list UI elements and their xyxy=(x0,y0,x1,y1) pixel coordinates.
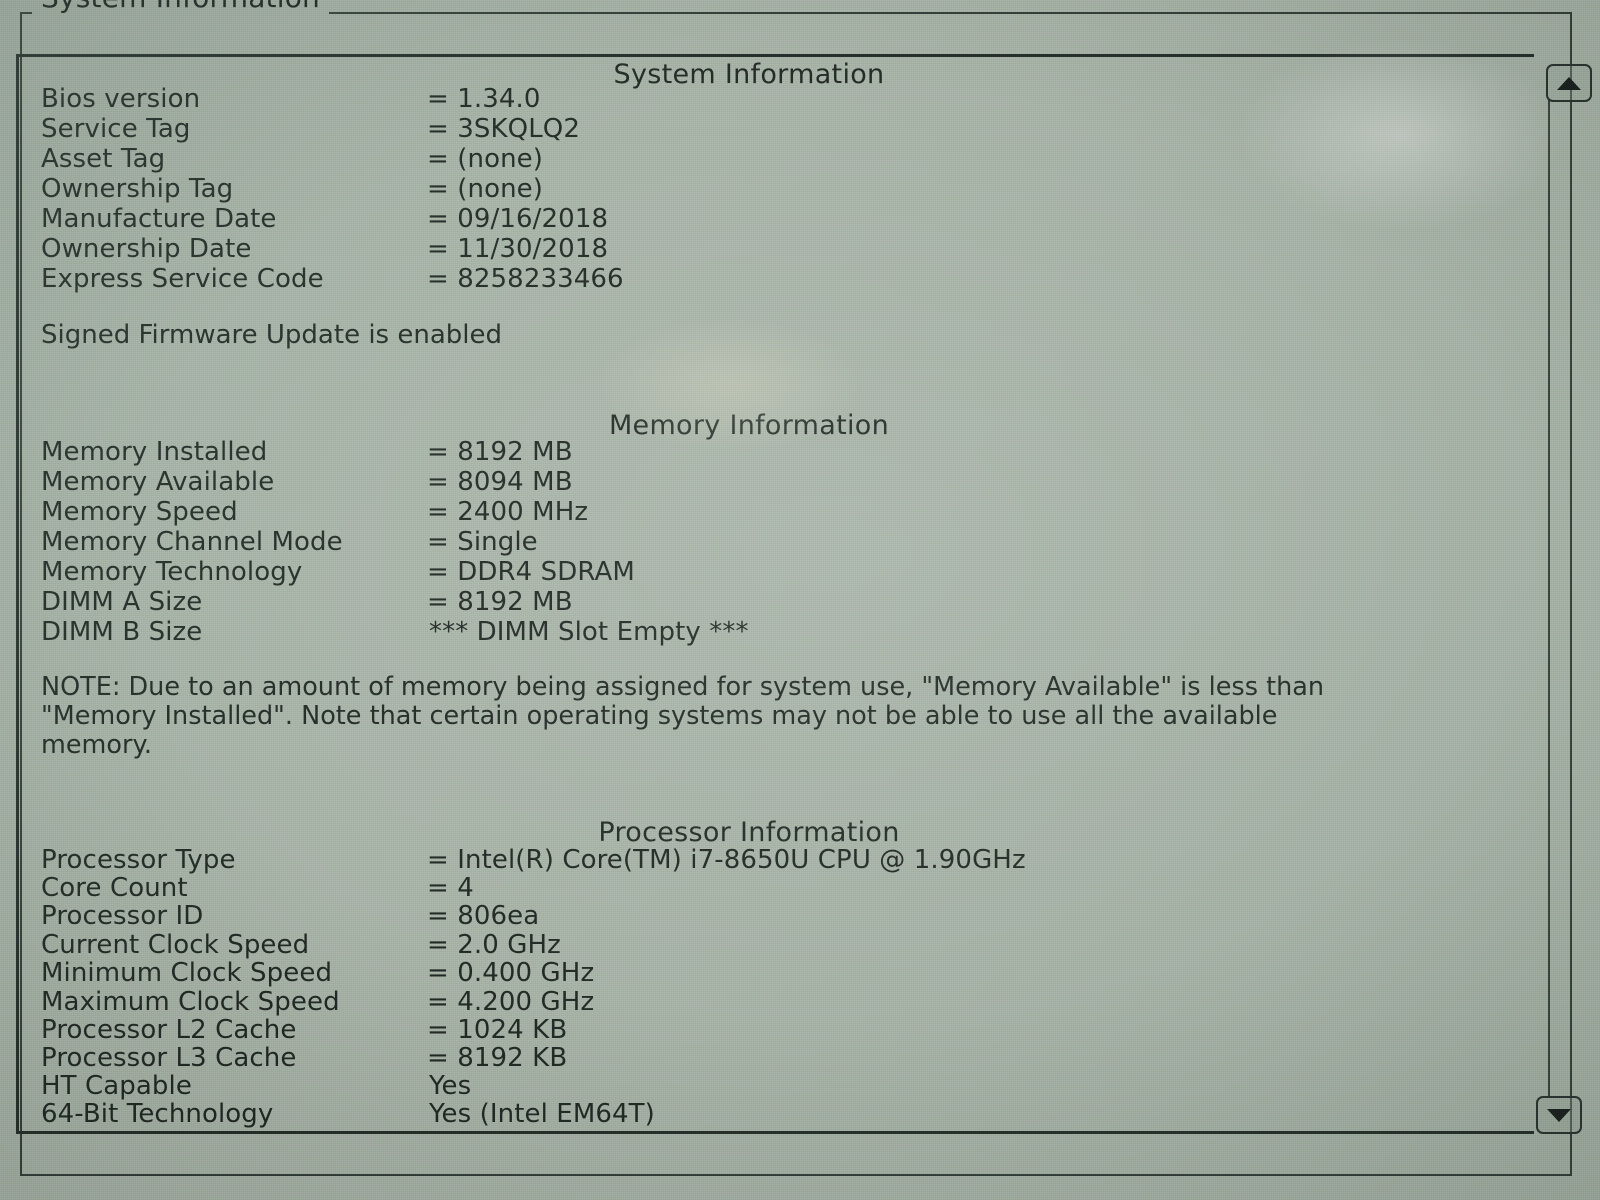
chevron-down-icon xyxy=(1547,1108,1571,1122)
value-processor-l2-cache: = 1024 KB xyxy=(427,1015,568,1045)
value-asset-tag: = (none) xyxy=(427,144,543,174)
row-bios-version: Bios version = 1.34.0 xyxy=(19,85,1519,114)
row-memory-speed: Memory Speed = 2400 MHz xyxy=(19,498,1519,527)
value-minimum-clock-speed: = 0.400 GHz xyxy=(427,958,595,988)
information-panel: System Information Bios version = 1.34.0… xyxy=(16,54,1534,1134)
value-64-bit-technology: Yes (Intel EM64T) xyxy=(429,1099,655,1129)
label-memory-channel-mode: Memory Channel Mode xyxy=(41,527,343,557)
label-service-tag: Service Tag xyxy=(41,114,191,144)
label-processor-id: Processor ID xyxy=(41,901,204,931)
label-express-service-code: Express Service Code xyxy=(41,264,324,294)
row-processor-l3-cache: Processor L3 Cache = 8192 KB xyxy=(19,1044,1519,1073)
memory-note: NOTE: Due to an amount of memory being a… xyxy=(41,672,1325,760)
label-ownership-date: Ownership Date xyxy=(41,234,252,264)
scroll-down-button[interactable] xyxy=(1536,1096,1582,1134)
groupbox-legend: System Information xyxy=(32,0,329,14)
row-ht-capable: HT Capable Yes xyxy=(19,1072,1519,1101)
value-dimm-a-size: = 8192 MB xyxy=(427,587,573,617)
row-memory-channel-mode: Memory Channel Mode = Single xyxy=(19,528,1519,557)
label-core-count: Core Count xyxy=(41,873,188,903)
label-ht-capable: HT Capable xyxy=(41,1071,192,1101)
scrollbar-track[interactable] xyxy=(1548,100,1592,1096)
value-memory-available: = 8094 MB xyxy=(427,467,573,497)
row-memory-available: Memory Available = 8094 MB xyxy=(19,468,1519,497)
value-ht-capable: Yes xyxy=(429,1071,472,1101)
row-processor-l2-cache: Processor L2 Cache = 1024 KB xyxy=(19,1016,1519,1045)
value-core-count: = 4 xyxy=(427,873,474,903)
label-dimm-a-size: DIMM A Size xyxy=(41,587,203,617)
value-memory-technology: = DDR4 SDRAM xyxy=(427,557,635,587)
row-64-bit-technology: 64-Bit Technology Yes (Intel EM64T) xyxy=(19,1100,1519,1129)
label-memory-technology: Memory Technology xyxy=(41,557,303,587)
row-current-clock-speed: Current Clock Speed = 2.0 GHz xyxy=(19,931,1519,960)
label-asset-tag: Asset Tag xyxy=(41,144,166,174)
label-maximum-clock-speed: Maximum Clock Speed xyxy=(41,987,340,1017)
row-maximum-clock-speed: Maximum Clock Speed = 4.200 GHz xyxy=(19,988,1519,1017)
row-asset-tag: Asset Tag = (none) xyxy=(19,145,1519,174)
row-processor-id: Processor ID = 806ea xyxy=(19,902,1519,931)
row-minimum-clock-speed: Minimum Clock Speed = 0.400 GHz xyxy=(19,959,1519,988)
value-ownership-tag: = (none) xyxy=(427,174,543,204)
label-memory-installed: Memory Installed xyxy=(41,437,268,467)
row-processor-type: Processor Type = Intel(R) Core(TM) i7-86… xyxy=(19,846,1519,875)
label-64-bit-technology: 64-Bit Technology xyxy=(41,1099,274,1129)
section-title-processor: Processor Information xyxy=(598,817,900,848)
label-memory-speed: Memory Speed xyxy=(41,497,238,527)
value-processor-l3-cache: = 8192 KB xyxy=(427,1043,568,1073)
row-service-tag: Service Tag = 3SKQLQ2 xyxy=(19,115,1519,144)
label-ownership-tag: Ownership Tag xyxy=(41,174,234,204)
row-memory-installed: Memory Installed = 8192 MB xyxy=(19,438,1519,467)
bios-system-information-screen: System Information System Information Bi… xyxy=(0,0,1600,1200)
value-current-clock-speed: = 2.0 GHz xyxy=(427,930,561,960)
value-dimm-b-size: *** DIMM Slot Empty *** xyxy=(429,617,749,647)
value-memory-installed: = 8192 MB xyxy=(427,437,573,467)
row-memory-technology: Memory Technology = DDR4 SDRAM xyxy=(19,558,1519,587)
value-memory-channel-mode: = Single xyxy=(427,527,538,557)
value-processor-type: = Intel(R) Core(TM) i7-8650U CPU @ 1.90G… xyxy=(427,845,1026,875)
value-express-service-code: = 8258233466 xyxy=(427,264,624,294)
panel-content: System Information Bios version = 1.34.0… xyxy=(19,57,1519,1131)
label-minimum-clock-speed: Minimum Clock Speed xyxy=(41,958,333,988)
value-bios-version: = 1.34.0 xyxy=(427,84,541,114)
label-processor-l2-cache: Processor L2 Cache xyxy=(41,1015,297,1045)
value-manufacture-date: = 09/16/2018 xyxy=(427,204,609,234)
row-core-count: Core Count = 4 xyxy=(19,874,1519,903)
label-processor-type: Processor Type xyxy=(41,845,236,875)
row-dimm-b-size: DIMM B Size *** DIMM Slot Empty *** xyxy=(19,618,1519,647)
label-manufacture-date: Manufacture Date xyxy=(41,204,277,234)
row-ownership-date: Ownership Date = 11/30/2018 xyxy=(19,235,1519,264)
row-manufacture-date: Manufacture Date = 09/16/2018 xyxy=(19,205,1519,234)
label-current-clock-speed: Current Clock Speed xyxy=(41,930,310,960)
row-dimm-a-size: DIMM A Size = 8192 MB xyxy=(19,588,1519,617)
signed-firmware-update-status: Signed Firmware Update is enabled xyxy=(41,320,502,350)
row-express-service-code: Express Service Code = 8258233466 xyxy=(19,265,1519,294)
value-service-tag: = 3SKQLQ2 xyxy=(427,114,581,144)
label-dimm-b-size: DIMM B Size xyxy=(41,617,203,647)
row-ownership-tag: Ownership Tag = (none) xyxy=(19,175,1519,204)
value-processor-id: = 806ea xyxy=(427,901,540,931)
value-memory-speed: = 2400 MHz xyxy=(427,497,589,527)
label-processor-l3-cache: Processor L3 Cache xyxy=(41,1043,297,1073)
label-bios-version: Bios version xyxy=(41,84,201,114)
scroll-up-button[interactable] xyxy=(1546,64,1592,102)
value-maximum-clock-speed: = 4.200 GHz xyxy=(427,987,595,1017)
chevron-up-icon xyxy=(1557,76,1581,90)
value-ownership-date: = 11/30/2018 xyxy=(427,234,609,264)
label-memory-available: Memory Available xyxy=(41,467,275,497)
